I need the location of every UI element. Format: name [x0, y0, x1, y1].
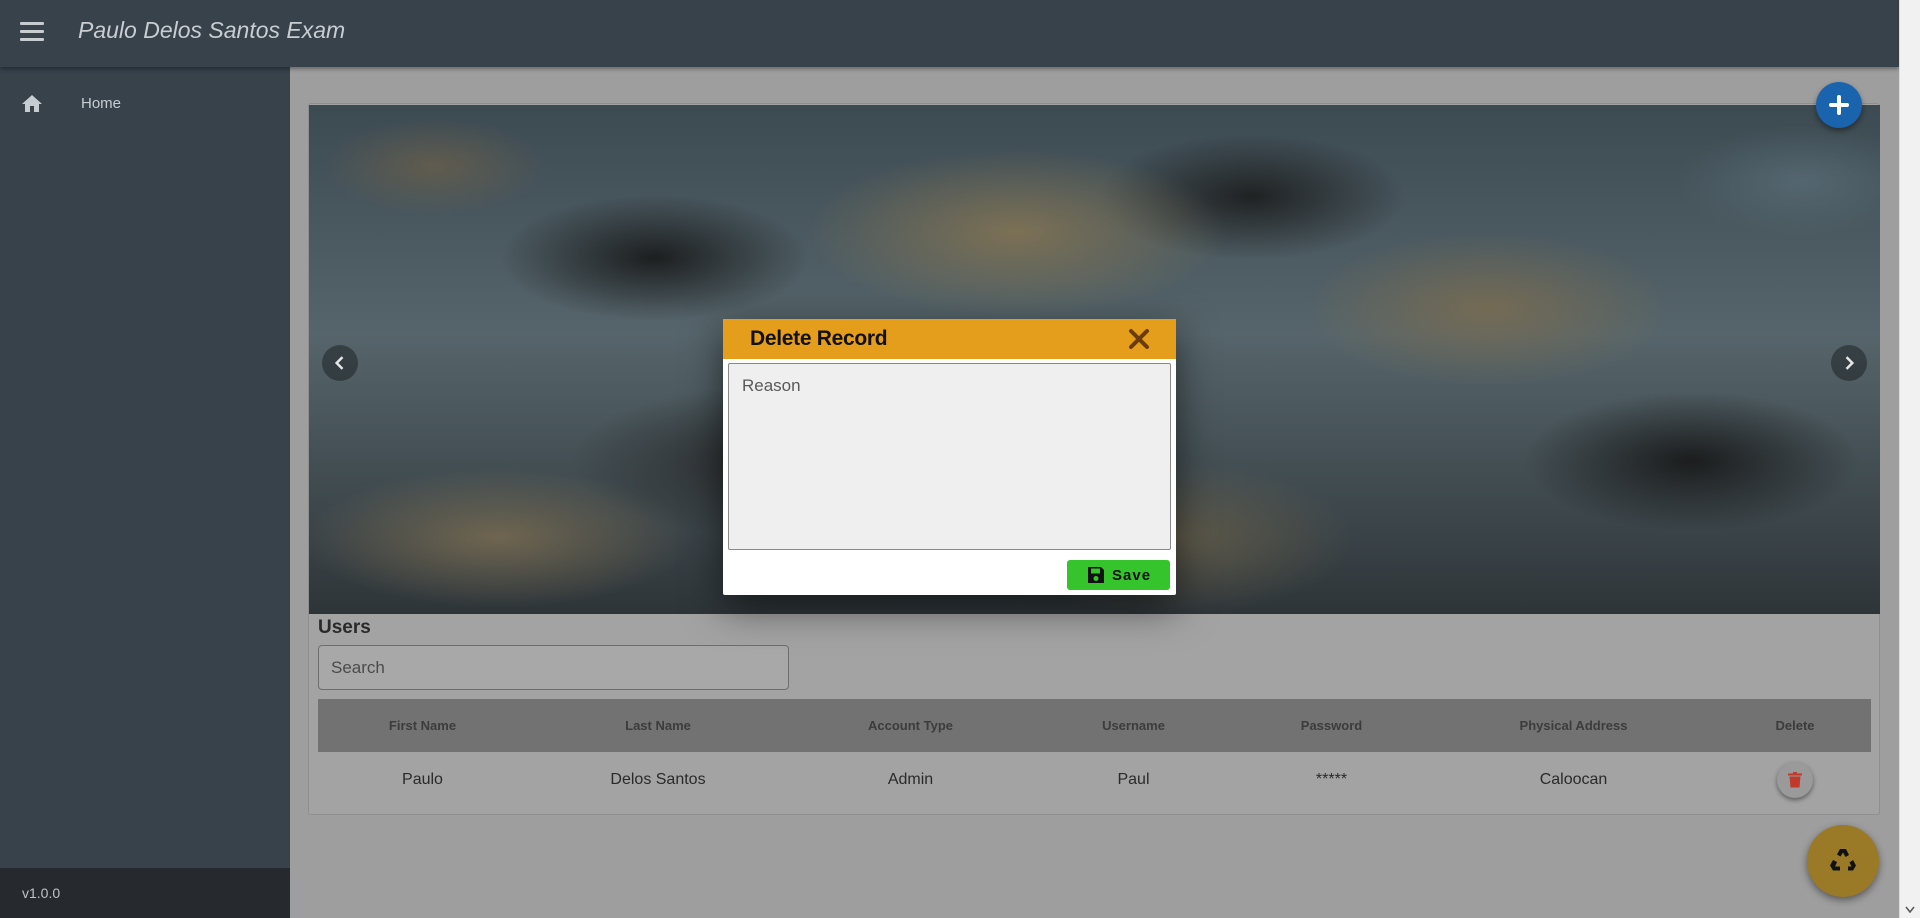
cell-first-name: Paulo — [402, 771, 443, 788]
menu-icon[interactable] — [20, 22, 44, 42]
save-button-label: Save — [1112, 566, 1152, 584]
app-bar: Paulo Delos Santos Exam — [0, 0, 1899, 67]
save-button[interactable]: Save — [1067, 560, 1170, 590]
sidebar-item-label: Home — [81, 95, 122, 112]
version-label: v1.0.0 — [22, 885, 61, 901]
column-header-username: Username — [1102, 718, 1165, 733]
users-heading: Users — [318, 617, 371, 638]
recycle-icon — [1830, 849, 1856, 871]
scroll-down-arrow-icon[interactable] — [1905, 906, 1915, 914]
page-scrollbar[interactable] — [1899, 0, 1920, 918]
app-title: Paulo Delos Santos Exam — [78, 17, 346, 43]
column-header-last-name: Last Name — [625, 718, 691, 733]
dialog-title: Delete Record — [750, 327, 888, 350]
table-row: Paulo Delos Santos Admin Paul ***** Calo… — [318, 752, 1871, 808]
sidebar: Home v1.0.0 — [0, 67, 290, 918]
delete-record-dialog: Delete Record Save — [723, 319, 1176, 595]
add-record-button[interactable] — [1816, 82, 1862, 128]
cell-username: Paul — [1117, 771, 1150, 788]
cell-account-type: Admin — [887, 771, 934, 788]
trash-icon — [1788, 772, 1802, 788]
column-header-first-name: First Name — [388, 718, 457, 733]
save-icon — [1088, 567, 1104, 583]
version-footer: v1.0.0 — [0, 868, 290, 918]
table-header: First Name Last Name Account Type Userna… — [318, 699, 1871, 752]
dialog-header: Delete Record — [723, 319, 1176, 359]
cell-last-name: Delos Santos — [610, 771, 706, 788]
sidebar-item-home[interactable]: Home — [0, 85, 290, 123]
column-header-address: Physical Address — [1519, 718, 1628, 733]
chevron-right-icon — [1845, 356, 1855, 370]
reason-textarea[interactable] — [728, 363, 1171, 550]
column-header-delete: Delete — [1775, 718, 1815, 733]
close-icon[interactable] — [1128, 328, 1150, 350]
cell-delete — [1719, 762, 1871, 798]
carousel-prev-button[interactable] — [322, 345, 358, 381]
cell-password: ***** — [1315, 771, 1348, 788]
column-header-account-type: Account Type — [868, 718, 953, 733]
search-input[interactable] — [318, 645, 789, 690]
column-header-password: Password — [1300, 718, 1363, 733]
home-icon — [22, 95, 42, 112]
recycle-bin-button[interactable] — [1807, 825, 1879, 897]
cell-address: Caloocan — [1539, 771, 1608, 788]
users-table: First Name Last Name Account Type Userna… — [318, 699, 1871, 808]
carousel-next-button[interactable] — [1831, 345, 1867, 381]
plus-icon — [1829, 95, 1849, 115]
delete-row-button[interactable] — [1777, 762, 1813, 798]
chevron-left-icon — [334, 356, 344, 370]
